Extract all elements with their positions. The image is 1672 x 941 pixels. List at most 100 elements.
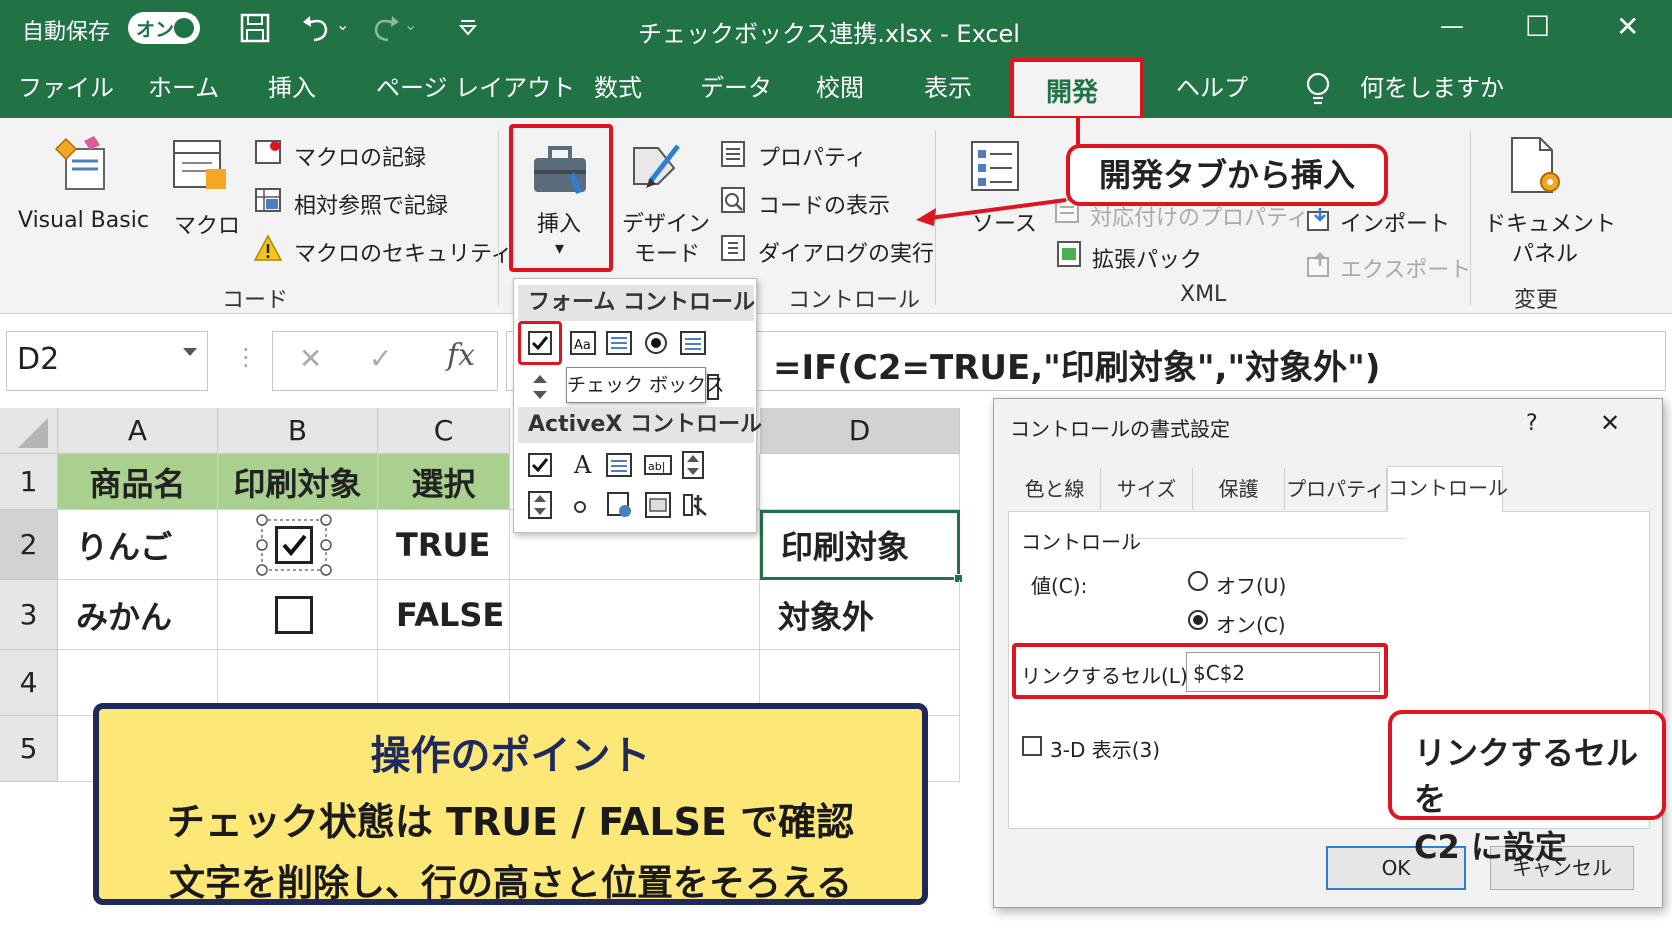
dialog-tab-properties[interactable]: プロパティ [1285, 468, 1387, 510]
form-listbox-icon[interactable] [606, 331, 632, 355]
tab-home[interactable]: ホーム [148, 58, 219, 118]
row-header-5[interactable]: 5 [0, 716, 58, 782]
tab-insert[interactable]: 挿入 [268, 58, 316, 118]
autosave-toggle[interactable]: オン [128, 12, 200, 44]
properties-button[interactable]: プロパティ [758, 140, 867, 172]
checkbox-checked[interactable] [275, 526, 313, 564]
undo-icon[interactable] [300, 13, 332, 43]
undo-dropdown-icon[interactable]: ⌄ [336, 15, 349, 34]
dialog-tab-colors-lines[interactable]: 色と線 [1009, 468, 1101, 510]
name-box[interactable]: D2 [6, 331, 208, 391]
tell-me-search[interactable]: 何をしますか [1360, 58, 1504, 118]
cell-c2[interactable]: TRUE [378, 510, 510, 580]
form-label-icon[interactable]: Aa [570, 331, 596, 355]
on-radio-label[interactable]: オン(C) [1216, 609, 1286, 638]
dialog-close-button[interactable]: ✕ [1600, 409, 1620, 437]
tab-page-layout[interactable]: ページ レイアウト [376, 58, 575, 118]
xml-source-button[interactable]: ソース [972, 206, 1037, 238]
dialog-tab-control[interactable]: コントロール [1387, 466, 1508, 512]
cell-c1[interactable]: 選択 [378, 454, 510, 510]
cell-c3[interactable]: FALSE [378, 580, 510, 650]
three-d-checkbox[interactable] [1022, 736, 1042, 756]
view-code-button[interactable]: コードの表示 [758, 188, 890, 220]
cell-a3[interactable]: みかん [58, 580, 218, 650]
activex-toggle-icon[interactable] [644, 491, 672, 519]
minimize-button[interactable]: — [1440, 12, 1464, 40]
activex-image-icon[interactable] [606, 491, 634, 519]
enter-icon[interactable]: ✓ [369, 342, 392, 375]
cell-empty[interactable] [510, 580, 760, 650]
column-header-b[interactable]: B [218, 408, 378, 454]
customize-qat-icon[interactable] [458, 18, 478, 38]
form-spin-button-icon[interactable] [530, 373, 550, 401]
column-header-d[interactable]: D [760, 408, 960, 454]
three-d-label[interactable]: 3-D 表示(3) [1050, 734, 1160, 763]
row-header-4[interactable]: 4 [0, 650, 58, 716]
design-mode-button[interactable]: デザイン [622, 206, 710, 238]
cell-b3[interactable] [218, 580, 378, 650]
import-button[interactable]: インポート [1340, 206, 1450, 238]
on-radio[interactable] [1188, 610, 1208, 630]
expansion-pack-button[interactable]: 拡張パック [1092, 242, 1202, 274]
save-icon[interactable] [240, 13, 270, 43]
redo-dropdown-icon[interactable]: ⌄ [404, 15, 417, 34]
activex-more-controls-icon[interactable] [682, 491, 710, 519]
macro-button[interactable]: マクロ [174, 208, 240, 240]
column-header-c[interactable]: C [378, 408, 510, 454]
insert-function-icon[interactable]: fx [447, 338, 475, 373]
run-dialog-button[interactable]: ダイアログの実行 [758, 236, 934, 268]
maximize-button[interactable]: ☐ [1525, 10, 1550, 43]
form-checkbox-icon[interactable] [528, 331, 552, 355]
record-macro-button[interactable]: マクロの記録 [294, 140, 426, 172]
name-box-dropdown-icon[interactable] [183, 348, 197, 356]
tab-help[interactable]: ヘルプ [1176, 58, 1248, 118]
close-button[interactable]: ✕ [1616, 10, 1639, 43]
visual-basic-button[interactable]: Visual Basic [18, 208, 149, 233]
link-cell-input[interactable]: $C$2 [1186, 652, 1380, 692]
row-header-3[interactable]: 3 [0, 580, 58, 650]
checkbox-unchecked[interactable] [275, 596, 313, 634]
activex-checkbox-icon[interactable] [528, 453, 552, 477]
activex-option-icon[interactable] [572, 499, 588, 515]
relative-reference-button[interactable]: 相対参照で記録 [294, 188, 448, 220]
column-header-a[interactable]: A [58, 408, 218, 454]
row-header-1[interactable]: 1 [0, 454, 58, 510]
tab-file[interactable]: ファイル [18, 58, 114, 118]
redo-icon[interactable] [370, 13, 402, 43]
insert-control-button[interactable]: 挿入 [537, 206, 581, 238]
formula-bar-splitter[interactable]: ⋮ [234, 343, 258, 371]
activex-listbox-icon[interactable] [606, 453, 632, 477]
activex-label-icon[interactable]: A [572, 451, 596, 479]
cell-d2[interactable]: 印刷対象 [760, 510, 960, 580]
section-divider [1128, 538, 1406, 539]
row-header-2[interactable]: 2 [0, 510, 58, 580]
cell-a2[interactable]: りんご [58, 510, 218, 580]
activex-spin-icon[interactable] [682, 451, 704, 479]
tab-data[interactable]: データ [700, 58, 772, 118]
cell-b1[interactable]: 印刷対象 [218, 454, 378, 510]
activex-scrollbar-icon[interactable] [528, 491, 552, 519]
cell-d1[interactable] [760, 454, 960, 510]
macro-security-button[interactable]: マクロのセキュリティ [294, 236, 513, 268]
cell-b2[interactable] [218, 510, 378, 580]
tab-view[interactable]: 表示 [924, 58, 972, 118]
activex-textbox-icon[interactable]: ab| [644, 453, 672, 477]
group-separator [498, 130, 499, 305]
cell-a1[interactable]: 商品名 [58, 454, 218, 510]
cancel-entry-icon[interactable]: ✕ [299, 342, 322, 375]
help-button[interactable]: ? [1526, 411, 1538, 436]
export-button[interactable]: エクスポート [1340, 252, 1471, 284]
off-radio-label[interactable]: オフ(U) [1216, 570, 1286, 599]
tab-review[interactable]: 校閲 [816, 58, 864, 118]
tab-formulas[interactable]: 数式 [594, 58, 642, 118]
tab-developer[interactable]: 開発 [1010, 58, 1144, 120]
form-combo-list-icon[interactable] [680, 331, 706, 355]
form-option-button-icon[interactable] [644, 331, 668, 355]
document-panel-button[interactable]: ドキュメント [1484, 206, 1616, 238]
dialog-tab-size[interactable]: サイズ [1101, 468, 1193, 510]
off-radio[interactable] [1188, 571, 1208, 591]
cell-d3[interactable]: 対象外 [760, 580, 960, 650]
insert-dropdown-arrow[interactable]: ▾ [555, 238, 564, 259]
select-all-corner[interactable] [0, 408, 58, 454]
dialog-tab-protection[interactable]: 保護 [1193, 468, 1285, 510]
